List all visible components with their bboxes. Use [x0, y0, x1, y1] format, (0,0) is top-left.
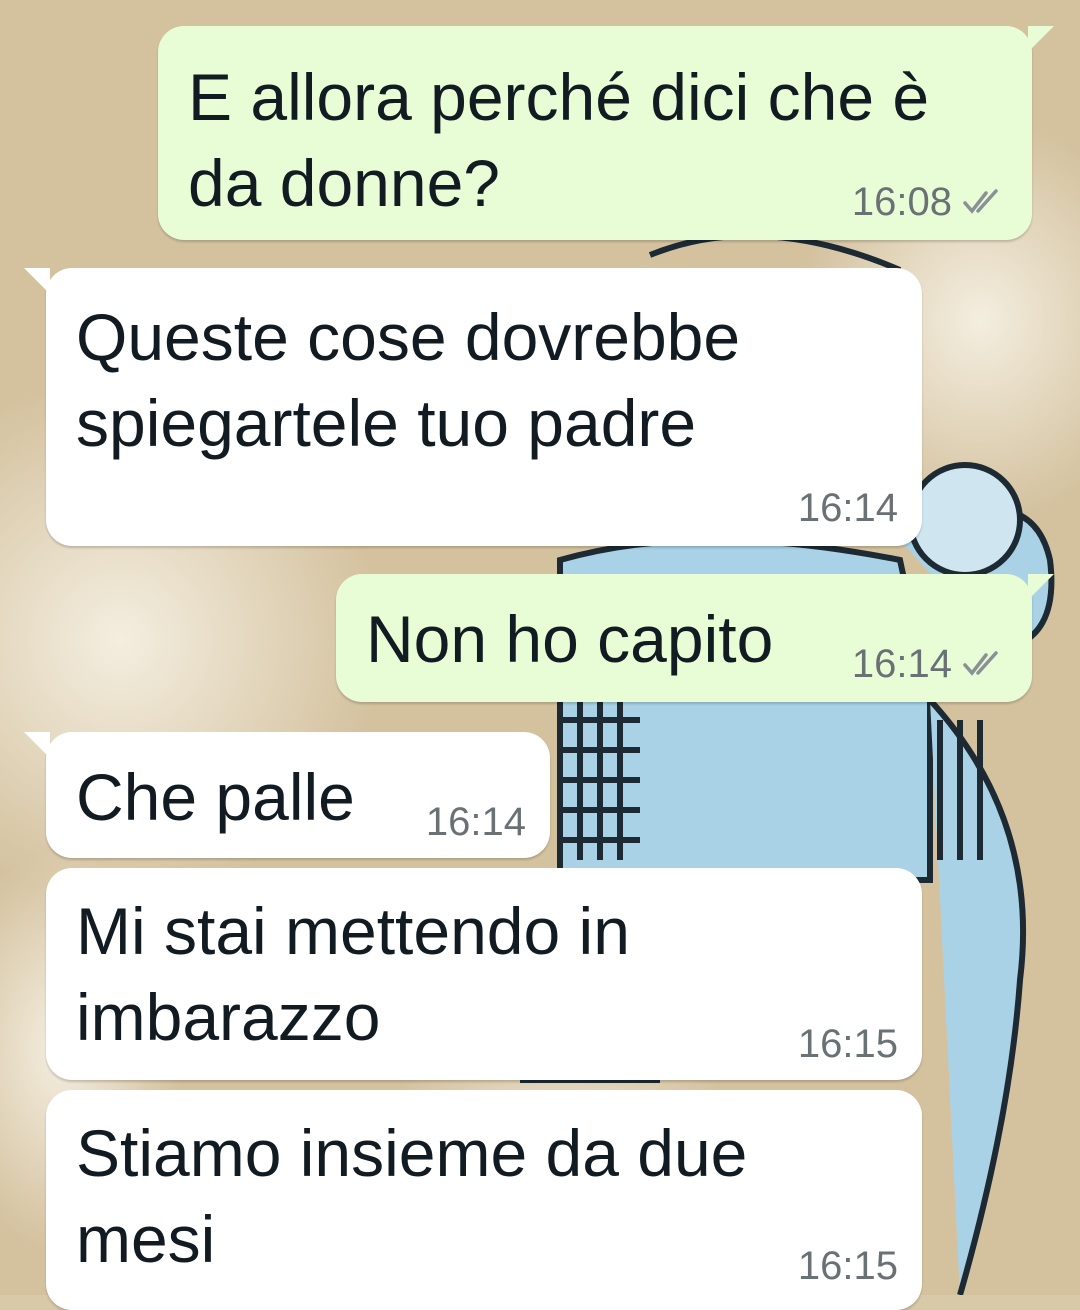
message-time: 16:15: [797, 1244, 898, 1288]
message-time: 16:14: [425, 800, 526, 844]
message-text: Che palle: [76, 760, 355, 834]
bubble-tail: [1028, 574, 1054, 600]
message-bubble-incoming[interactable]: Mi stai mettendo in imbarazzo 16:15: [46, 868, 922, 1080]
message-meta: 16:14: [852, 644, 1004, 684]
message-text: Mi stai mettendo in imbarazzo: [76, 894, 630, 1054]
message-meta: 16:14: [426, 802, 526, 842]
message-time: 16:08: [851, 180, 952, 224]
message-bubble-outgoing[interactable]: Non ho capito 16:14: [336, 574, 1054, 702]
message-text: E allora perché dici che è da donne?: [188, 60, 930, 220]
message-text: Non ho capito: [366, 602, 774, 676]
message-text: Stiamo insieme da due mesi: [76, 1116, 748, 1276]
message-time: 16:14: [797, 486, 898, 530]
message-meta: 16:15: [798, 1246, 898, 1286]
bubble-tail: [24, 732, 50, 758]
message-time: 16:15: [797, 1022, 898, 1066]
bubble-tail: [24, 268, 50, 294]
message-meta: 16:14: [798, 488, 898, 528]
message-bubble-incoming[interactable]: Che palle 16:14: [24, 732, 550, 858]
message-time: 16:14: [851, 642, 952, 686]
message-bubble-outgoing[interactable]: E allora perché dici che è da donne? 16:…: [158, 26, 1054, 240]
bubble-tail: [1028, 26, 1054, 52]
message-text: Queste cose dovrebbe spiegartele tuo pad…: [76, 300, 741, 460]
message-meta: 16:15: [798, 1024, 898, 1064]
double-check-icon: [963, 651, 998, 676]
message-bubble-incoming[interactable]: Stiamo insieme da due mesi 16:15: [46, 1090, 922, 1310]
message-bubble-incoming[interactable]: Queste cose dovrebbe spiegartele tuo pad…: [24, 268, 922, 546]
message-meta: 16:08: [852, 182, 1004, 222]
double-check-icon: [963, 189, 998, 214]
